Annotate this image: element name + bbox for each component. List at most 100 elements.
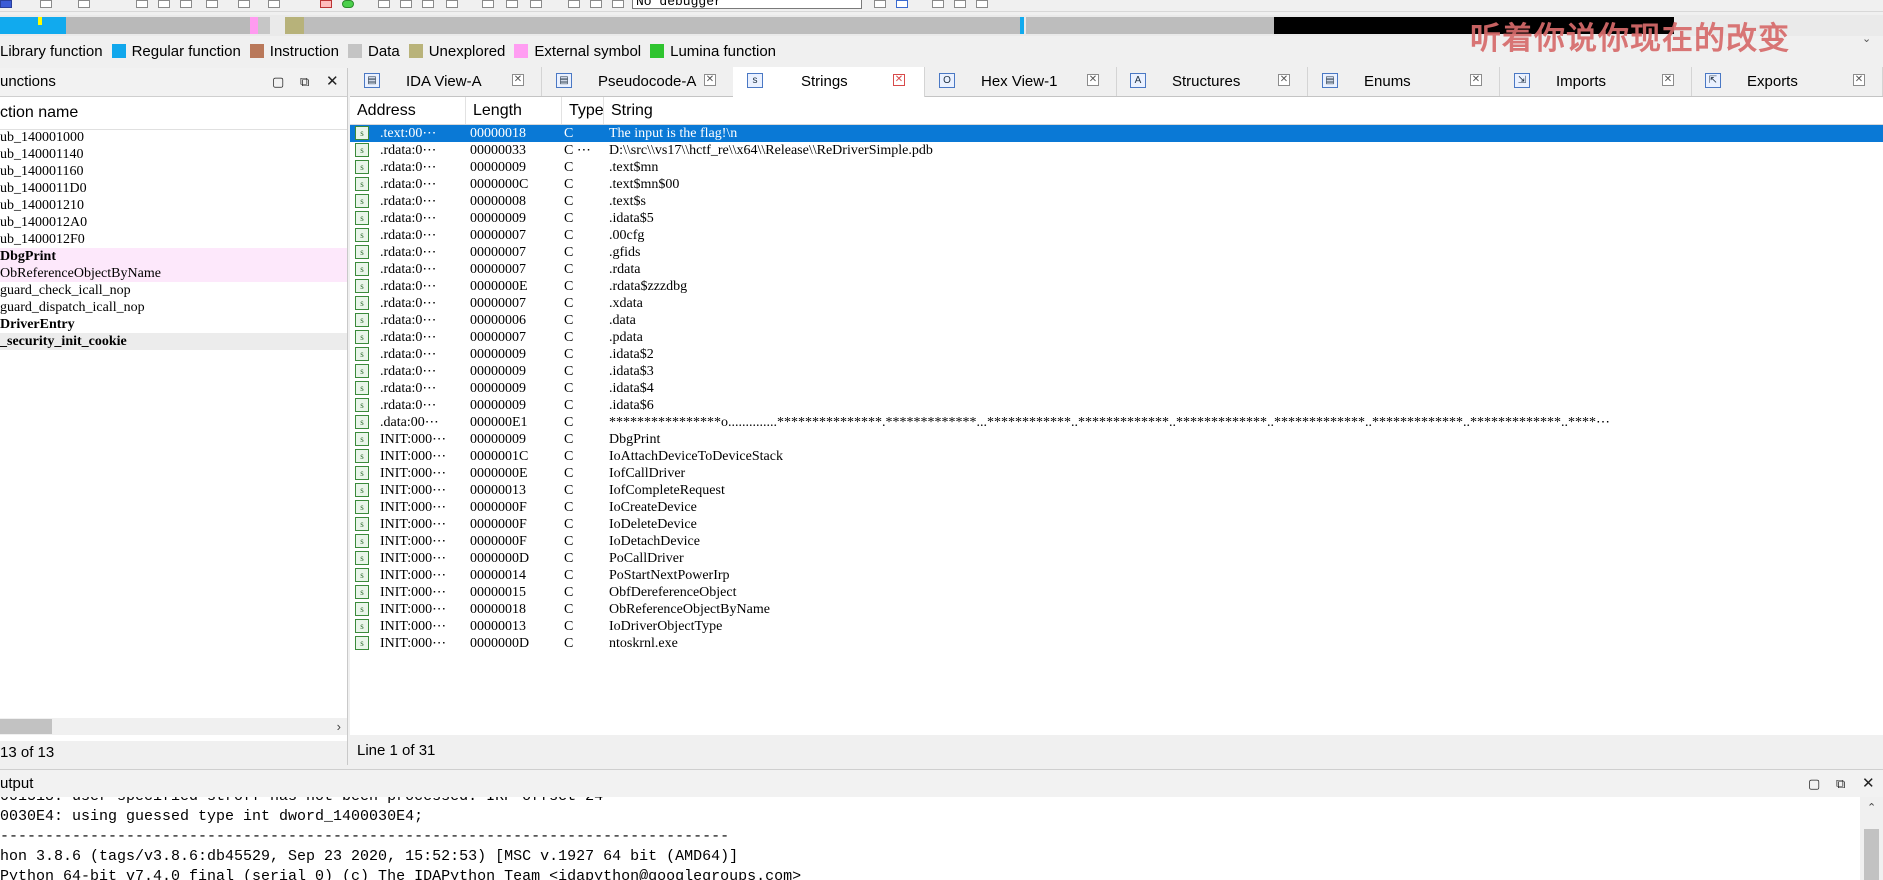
tab-close-icon[interactable]: ✕: [1087, 74, 1099, 86]
forward-icon[interactable]: [78, 0, 90, 8]
table-row[interactable]: s INIT:000⋯ 0000000F C IoDeleteDevice: [350, 516, 1883, 533]
function-list-item[interactable]: ub_140001140: [0, 146, 347, 163]
flag-icon[interactable]: [268, 0, 280, 8]
table-row[interactable]: s .data:00⋯ 000000E1 C ****************o....…: [350, 414, 1883, 431]
back-icon[interactable]: [40, 0, 52, 8]
function-list-item[interactable]: ub_1400012A0: [0, 214, 347, 231]
scroll-right-icon[interactable]: ›: [337, 718, 341, 735]
text-view-icon[interactable]: [422, 0, 434, 8]
tab-close-icon[interactable]: ✕: [1470, 74, 1482, 86]
column-header-type[interactable]: Type: [562, 97, 604, 124]
download-icon[interactable]: [238, 0, 250, 8]
table-row[interactable]: s INIT:000⋯ 0000000D C PoCallDriver: [350, 550, 1883, 567]
function-list-item[interactable]: ub_140001160: [0, 163, 347, 180]
layout-icon[interactable]: [932, 0, 944, 8]
tab-close-icon[interactable]: ✕: [704, 74, 716, 86]
table-row[interactable]: s .rdata:0⋯ 00000007 C .gfids: [350, 244, 1883, 261]
tab-strings[interactable]: s Strings ✕: [733, 67, 925, 97]
function-list-item[interactable]: _security_init_cookie: [0, 333, 347, 350]
tab-enums[interactable]: ▤ Enums ✕: [1308, 67, 1500, 96]
text-icon[interactable]: [180, 0, 192, 8]
nav-data-segment-3[interactable]: [304, 17, 1020, 34]
tab-close-icon[interactable]: ✕: [512, 74, 524, 86]
tab-exports[interactable]: ⇱ Exports ✕: [1691, 67, 1883, 96]
function-list-item[interactable]: DbgPrint: [0, 248, 347, 265]
graph-icon[interactable]: [378, 0, 390, 8]
tab-close-icon[interactable]: ✕: [1278, 74, 1290, 86]
go-icon[interactable]: [342, 0, 354, 8]
table-row[interactable]: s .rdata:0⋯ 00000007 C .pdata: [350, 329, 1883, 346]
close-icon[interactable]: ✕: [1862, 770, 1875, 797]
table-row[interactable]: s .rdata:0⋯ 00000006 C .data: [350, 312, 1883, 329]
tab-hex-view-1[interactable]: O Hex View-1 ✕: [925, 67, 1117, 96]
nav-data-segment-4[interactable]: [1026, 17, 1274, 34]
scroll-up-icon[interactable]: ⌃: [1867, 801, 1876, 814]
function-list-item[interactable]: ub_1400011D0: [0, 180, 347, 197]
scrollbar-thumb[interactable]: [0, 719, 52, 734]
function-name-column-header[interactable]: ction name: [0, 97, 347, 130]
column-header-address[interactable]: Address: [350, 97, 466, 124]
table-row[interactable]: s .rdata:0⋯ 0000000C C .text$mn$00: [350, 176, 1883, 193]
table-row[interactable]: s .rdata:0⋯ 00000009 C .text$mn: [350, 159, 1883, 176]
function-list-item[interactable]: DriverEntry: [0, 316, 347, 333]
stop-icon[interactable]: [320, 0, 332, 8]
pause-icon[interactable]: [590, 0, 602, 8]
nav-unexplored-segment[interactable]: [285, 17, 304, 34]
close-icon[interactable]: ✕: [326, 68, 339, 96]
maximize-icon[interactable]: ▢: [1808, 770, 1820, 797]
table-row[interactable]: s INIT:000⋯ 00000018 C ObReferenceObjectByNa…: [350, 601, 1883, 618]
table-row[interactable]: s .rdata:0⋯ 00000009 C .idata$5: [350, 210, 1883, 227]
table-row[interactable]: s INIT:000⋯ 0000000F C IoDetachDevice: [350, 533, 1883, 550]
settings-icon[interactable]: [976, 0, 988, 8]
table-row[interactable]: s .rdata:0⋯ 00000007 C .rdata: [350, 261, 1883, 278]
nav-data-segment[interactable]: [66, 17, 250, 34]
jump-icon[interactable]: [206, 0, 218, 8]
view-icon[interactable]: [158, 0, 170, 8]
window-icon[interactable]: [954, 0, 966, 8]
chevron-down-icon[interactable]: ⌄: [1862, 32, 1871, 45]
debugger-select[interactable]: No debugger: [632, 0, 862, 9]
nav-regular-function-segment[interactable]: [0, 17, 66, 34]
function-list-item[interactable]: ub_140001210: [0, 197, 347, 214]
nav-external-segment[interactable]: [250, 17, 258, 34]
table-row[interactable]: s INIT:000⋯ 00000013 C IofCompleteRequest: [350, 482, 1883, 499]
structure-icon[interactable]: [136, 0, 148, 8]
table-row[interactable]: s .rdata:0⋯ 00000009 C .idata$3: [350, 363, 1883, 380]
float-window-icon[interactable]: ⧉: [300, 68, 309, 96]
nav-data-segment-2[interactable]: [258, 17, 270, 34]
function-list-item[interactable]: ObReferenceObjectByName: [0, 265, 347, 282]
tab-imports[interactable]: ⇲ Imports ✕: [1500, 67, 1692, 96]
column-header-string[interactable]: String: [604, 97, 1883, 124]
function-list-item[interactable]: ub_140001000: [0, 129, 347, 146]
vertical-scrollbar[interactable]: ⌃: [1860, 797, 1883, 880]
table-row[interactable]: s INIT:000⋯ 00000009 C DbgPrint: [350, 431, 1883, 448]
tab-close-icon[interactable]: ✕: [1853, 74, 1865, 86]
table-row[interactable]: s INIT:000⋯ 0000000F C IoCreateDevice: [350, 499, 1883, 516]
table-row[interactable]: s .rdata:0⋯ 00000007 C .xdata: [350, 295, 1883, 312]
function-list-item[interactable]: guard_dispatch_icall_nop: [0, 299, 347, 316]
bookmark-icon[interactable]: [506, 0, 518, 8]
table-row[interactable]: s INIT:000⋯ 0000000D Cntoskrnl.exe: [350, 635, 1883, 652]
tab-close-icon[interactable]: ✕: [893, 74, 905, 86]
horizontal-scrollbar[interactable]: ›: [0, 718, 347, 735]
output-log[interactable]: 001518: user specified stroff has not be…: [0, 797, 1860, 880]
scrollbar-thumb[interactable]: [1864, 829, 1879, 880]
function-icon[interactable]: [0, 0, 12, 8]
list-icon[interactable]: [400, 0, 412, 8]
tab-pseudocode-a[interactable]: ▤ Pseudocode-A ✕: [542, 67, 734, 96]
table-row[interactable]: s .text:00⋯ 00000018 C The input is the flag…: [350, 125, 1883, 142]
table-row[interactable]: s INIT:000⋯ 0000001C C IoAttachDeviceToDevic…: [350, 448, 1883, 465]
nav-regular-function-segment-2[interactable]: [1020, 17, 1024, 34]
table-row[interactable]: s .rdata:0⋯ 00000009 C .idata$4: [350, 380, 1883, 397]
table-row[interactable]: s INIT:000⋯ 00000015 C ObfDereferenceObject: [350, 584, 1883, 601]
tab-close-icon[interactable]: ✕: [1662, 74, 1674, 86]
table-row[interactable]: s INIT:000⋯ 00000014 C PoStartNextPowerIrp: [350, 567, 1883, 584]
tab-ida-view-a[interactable]: ▤ IDA View-A ✕: [350, 67, 542, 96]
debug-icon[interactable]: [482, 0, 494, 8]
table-row[interactable]: s .rdata:0⋯ 00000008 C .text$s: [350, 193, 1883, 210]
play-icon[interactable]: [568, 0, 580, 8]
stop-debug-icon[interactable]: [612, 0, 624, 8]
tab-structures[interactable]: A Structures ✕: [1116, 67, 1308, 96]
table-row[interactable]: s .rdata:0⋯ 00000033 C ⋯ D:\\src\\vs17\\hctf…: [350, 142, 1883, 159]
close-icon[interactable]: [530, 0, 542, 8]
